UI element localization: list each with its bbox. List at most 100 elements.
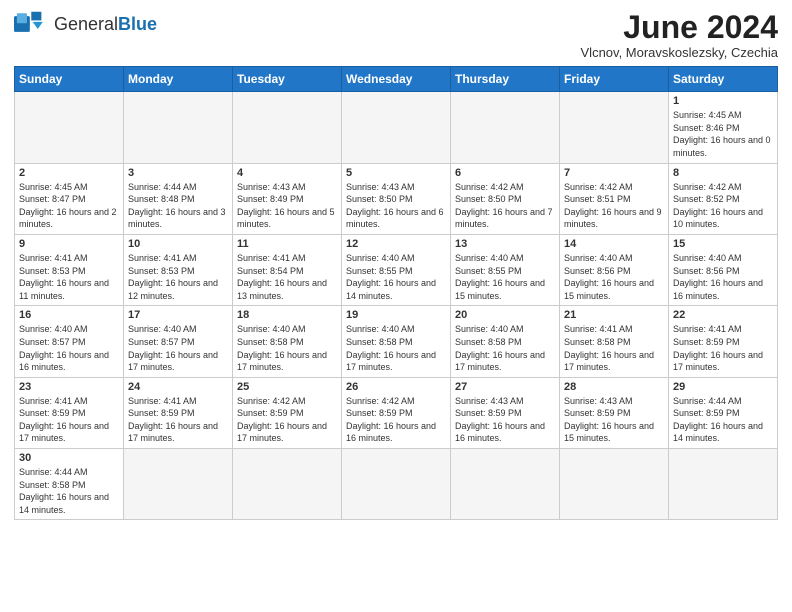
day-cell: 4 Sunrise: 4:43 AM Sunset: 8:49 PM Daylig… — [233, 163, 342, 234]
day-number: 3 — [128, 167, 228, 179]
logo: GeneralBlue — [14, 10, 157, 38]
day-info: Sunrise: 4:40 AM Sunset: 8:55 PM Dayligh… — [455, 252, 555, 302]
week-row-5: 23 Sunrise: 4:41 AM Sunset: 8:59 PM Dayli… — [15, 377, 778, 448]
day-number: 11 — [237, 238, 337, 250]
day-info: Sunrise: 4:44 AM Sunset: 8:58 PM Dayligh… — [19, 466, 119, 516]
calendar-table: SundayMondayTuesdayWednesdayThursdayFrid… — [14, 66, 778, 520]
weekday-saturday: Saturday — [669, 67, 778, 92]
day-info: Sunrise: 4:43 AM Sunset: 8:59 PM Dayligh… — [564, 395, 664, 445]
day-info: Sunrise: 4:42 AM Sunset: 8:51 PM Dayligh… — [564, 181, 664, 231]
day-info: Sunrise: 4:41 AM Sunset: 8:54 PM Dayligh… — [237, 252, 337, 302]
day-info: Sunrise: 4:43 AM Sunset: 8:50 PM Dayligh… — [346, 181, 446, 231]
day-info: Sunrise: 4:41 AM Sunset: 8:53 PM Dayligh… — [128, 252, 228, 302]
weekday-wednesday: Wednesday — [342, 67, 451, 92]
day-number: 27 — [455, 381, 555, 393]
day-info: Sunrise: 4:44 AM Sunset: 8:48 PM Dayligh… — [128, 181, 228, 231]
day-number: 14 — [564, 238, 664, 250]
day-cell: 30 Sunrise: 4:44 AM Sunset: 8:58 PM Dayli… — [15, 449, 124, 520]
day-cell — [560, 92, 669, 163]
day-info: Sunrise: 4:41 AM Sunset: 8:58 PM Dayligh… — [564, 323, 664, 373]
day-info: Sunrise: 4:40 AM Sunset: 8:56 PM Dayligh… — [673, 252, 773, 302]
weekday-friday: Friday — [560, 67, 669, 92]
day-number: 29 — [673, 381, 773, 393]
weekday-header-row: SundayMondayTuesdayWednesdayThursdayFrid… — [15, 67, 778, 92]
day-number: 30 — [19, 452, 119, 464]
day-cell: 10 Sunrise: 4:41 AM Sunset: 8:53 PM Dayli… — [124, 234, 233, 305]
day-info: Sunrise: 4:41 AM Sunset: 8:59 PM Dayligh… — [673, 323, 773, 373]
day-cell: 16 Sunrise: 4:40 AM Sunset: 8:57 PM Dayli… — [15, 306, 124, 377]
day-cell: 15 Sunrise: 4:40 AM Sunset: 8:56 PM Dayli… — [669, 234, 778, 305]
weekday-sunday: Sunday — [15, 67, 124, 92]
week-row-6: 30 Sunrise: 4:44 AM Sunset: 8:58 PM Dayli… — [15, 449, 778, 520]
day-cell: 14 Sunrise: 4:40 AM Sunset: 8:56 PM Dayli… — [560, 234, 669, 305]
day-cell — [124, 449, 233, 520]
day-cell: 19 Sunrise: 4:40 AM Sunset: 8:58 PM Dayli… — [342, 306, 451, 377]
day-number: 8 — [673, 167, 773, 179]
day-number: 18 — [237, 309, 337, 321]
day-cell — [560, 449, 669, 520]
weekday-thursday: Thursday — [451, 67, 560, 92]
day-number: 21 — [564, 309, 664, 321]
day-cell — [233, 92, 342, 163]
day-info: Sunrise: 4:42 AM Sunset: 8:59 PM Dayligh… — [346, 395, 446, 445]
day-number: 15 — [673, 238, 773, 250]
logo-svg — [14, 10, 50, 38]
day-cell — [233, 449, 342, 520]
day-cell — [451, 92, 560, 163]
day-info: Sunrise: 4:44 AM Sunset: 8:59 PM Dayligh… — [673, 395, 773, 445]
day-info: Sunrise: 4:42 AM Sunset: 8:59 PM Dayligh… — [237, 395, 337, 445]
day-cell: 24Sunrise: 4:41 AM Sunset: 8:59 PM Dayli… — [124, 377, 233, 448]
logo-text: GeneralBlue — [54, 14, 157, 35]
day-number: 16 — [19, 309, 119, 321]
day-cell: 21 Sunrise: 4:41 AM Sunset: 8:58 PM Dayli… — [560, 306, 669, 377]
day-cell — [669, 449, 778, 520]
day-cell: 1Sunrise: 4:45 AM Sunset: 8:46 PM Daylig… — [669, 92, 778, 163]
day-cell: 18 Sunrise: 4:40 AM Sunset: 8:58 PM Dayli… — [233, 306, 342, 377]
day-info: Sunrise: 4:40 AM Sunset: 8:58 PM Dayligh… — [455, 323, 555, 373]
day-cell: 2Sunrise: 4:45 AM Sunset: 8:47 PM Daylig… — [15, 163, 124, 234]
day-info: Sunrise: 4:41 AM Sunset: 8:59 PM Dayligh… — [19, 395, 119, 445]
day-info: Sunrise: 4:41 AM Sunset: 8:53 PM Dayligh… — [19, 252, 119, 302]
day-info: Sunrise: 4:40 AM Sunset: 8:57 PM Dayligh… — [19, 323, 119, 373]
day-number: 10 — [128, 238, 228, 250]
day-info: Sunrise: 4:40 AM Sunset: 8:55 PM Dayligh… — [346, 252, 446, 302]
day-cell — [342, 449, 451, 520]
week-row-3: 9 Sunrise: 4:41 AM Sunset: 8:53 PM Daylig… — [15, 234, 778, 305]
day-number: 22 — [673, 309, 773, 321]
day-number: 7 — [564, 167, 664, 179]
day-cell: 29 Sunrise: 4:44 AM Sunset: 8:59 PM Dayli… — [669, 377, 778, 448]
day-cell: 5 Sunrise: 4:43 AM Sunset: 8:50 PM Daylig… — [342, 163, 451, 234]
week-row-2: 2Sunrise: 4:45 AM Sunset: 8:47 PM Daylig… — [15, 163, 778, 234]
day-cell: 20Sunrise: 4:40 AM Sunset: 8:58 PM Dayli… — [451, 306, 560, 377]
day-number: 24 — [128, 381, 228, 393]
day-number: 19 — [346, 309, 446, 321]
day-cell — [15, 92, 124, 163]
day-number: 9 — [19, 238, 119, 250]
day-cell: 11 Sunrise: 4:41 AM Sunset: 8:54 PM Dayli… — [233, 234, 342, 305]
day-info: Sunrise: 4:45 AM Sunset: 8:47 PM Dayligh… — [19, 181, 119, 231]
day-info: Sunrise: 4:40 AM Sunset: 8:57 PM Dayligh… — [128, 323, 228, 373]
day-cell — [342, 92, 451, 163]
day-cell: 3 Sunrise: 4:44 AM Sunset: 8:48 PM Daylig… — [124, 163, 233, 234]
weekday-monday: Monday — [124, 67, 233, 92]
day-cell: 6Sunrise: 4:42 AM Sunset: 8:50 PM Daylig… — [451, 163, 560, 234]
day-cell: 26Sunrise: 4:42 AM Sunset: 8:59 PM Dayli… — [342, 377, 451, 448]
day-cell: 9 Sunrise: 4:41 AM Sunset: 8:53 PM Daylig… — [15, 234, 124, 305]
day-info: Sunrise: 4:40 AM Sunset: 8:56 PM Dayligh… — [564, 252, 664, 302]
day-number: 17 — [128, 309, 228, 321]
day-number: 5 — [346, 167, 446, 179]
day-info: Sunrise: 4:42 AM Sunset: 8:52 PM Dayligh… — [673, 181, 773, 231]
day-cell: 7 Sunrise: 4:42 AM Sunset: 8:51 PM Daylig… — [560, 163, 669, 234]
day-number: 13 — [455, 238, 555, 250]
day-cell: 12 Sunrise: 4:40 AM Sunset: 8:55 PM Dayli… — [342, 234, 451, 305]
day-info: Sunrise: 4:43 AM Sunset: 8:59 PM Dayligh… — [455, 395, 555, 445]
day-info: Sunrise: 4:40 AM Sunset: 8:58 PM Dayligh… — [346, 323, 446, 373]
day-number: 4 — [237, 167, 337, 179]
day-cell: 8 Sunrise: 4:42 AM Sunset: 8:52 PM Daylig… — [669, 163, 778, 234]
day-number: 12 — [346, 238, 446, 250]
day-info: Sunrise: 4:43 AM Sunset: 8:49 PM Dayligh… — [237, 181, 337, 231]
week-row-1: 1Sunrise: 4:45 AM Sunset: 8:46 PM Daylig… — [15, 92, 778, 163]
location-subtitle: Vlcnov, Moravskoslezsky, Czechia — [581, 45, 778, 60]
day-info: Sunrise: 4:40 AM Sunset: 8:58 PM Dayligh… — [237, 323, 337, 373]
day-number: 23 — [19, 381, 119, 393]
